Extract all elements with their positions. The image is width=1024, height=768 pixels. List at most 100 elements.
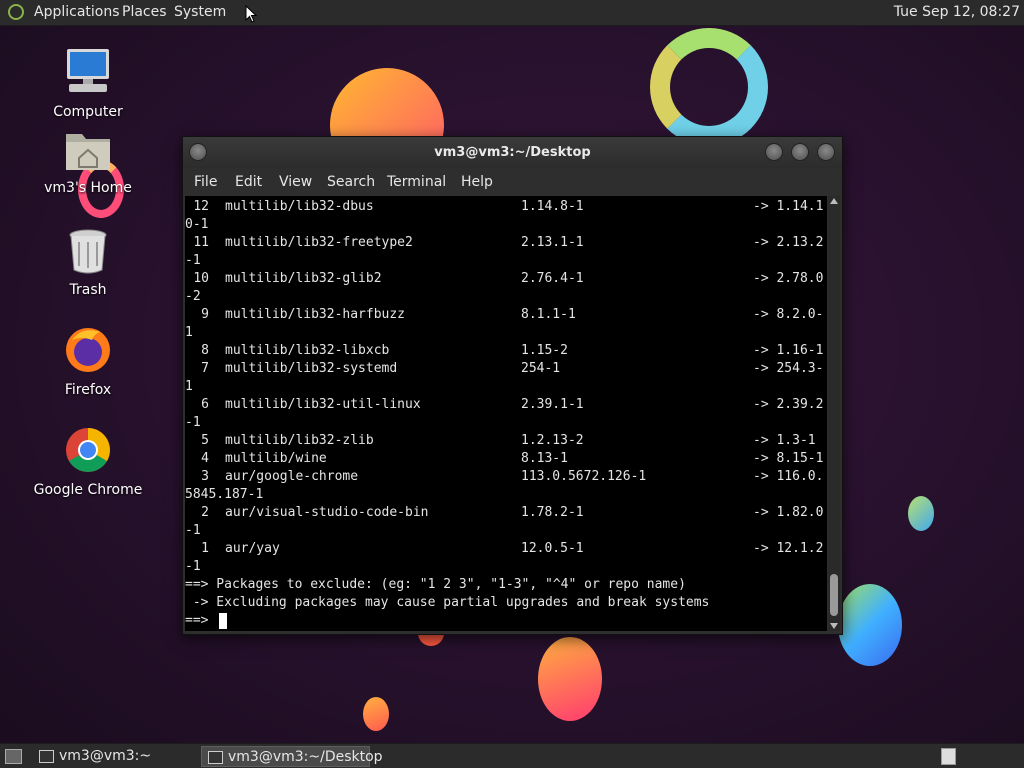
menu-help[interactable]: Help [461,174,493,190]
package-number: 9 [201,307,209,322]
menu-view[interactable]: View [279,174,312,190]
desktop-icon-computer[interactable]: Computer [33,46,143,120]
show-desktop-icon[interactable] [5,749,22,764]
window-titlebar[interactable]: vm3@vm3:~/Desktop [183,137,842,168]
desktop-icon-label: Trash [69,282,107,298]
terminal-line: 12 multilib/lib32-dbus 1.14.8-1 -> 1.14.1 [185,198,827,216]
terminal-line: 1 [185,378,827,396]
menu-file[interactable]: File [194,174,217,190]
wallpaper-blob-right [838,584,902,666]
package-name: aur/google-chrome [225,469,359,484]
scrollbar-thumb[interactable] [830,574,838,616]
package-name: multilib/lib32-util-linux [225,397,421,412]
package-name: multilib/lib32-dbus [225,199,374,214]
package-name: multilib/wine [225,451,327,466]
clock[interactable]: Tue Sep 12, 08:27 [894,4,1020,20]
terminal-icon [39,750,54,763]
terminal-line: 4 multilib/wine 8.13-1 -> 8.15-1 [185,450,827,468]
mouse-cursor-icon [245,5,257,23]
minimize-button[interactable] [765,143,783,161]
menu-terminal[interactable]: Terminal [387,174,446,190]
menu-edit[interactable]: Edit [235,174,262,190]
package-new-version: -> 1.3-1 [753,433,816,448]
package-name: multilib/lib32-zlib [225,433,374,448]
terminal-prompt: ==> [185,613,217,628]
window-title: vm3@vm3:~/Desktop [434,145,591,160]
terminal-line: 3 aur/google-chrome 113.0.5672.126-1 -> 116… [185,468,827,486]
terminal-text: 0-1 [185,217,209,232]
maximize-button[interactable] [791,143,809,161]
package-number: 2 [201,505,209,520]
close-button[interactable] [817,143,835,161]
package-old-version: 2.13.1-1 [521,235,584,250]
desktop-icon-label: Computer [53,104,123,120]
terminal-line: 7 multilib/lib32-systemd 254-1 -> 254.3- [185,360,827,378]
trash-icon [69,229,107,274]
desktop-icon-home[interactable]: vm3's Home [33,128,143,196]
taskbar-item[interactable]: vm3@vm3:~ [33,746,196,767]
desktop-icon-firefox[interactable]: Firefox [33,326,143,398]
package-new-version: -> 1.82.0 [753,505,824,520]
package-name: multilib/lib32-harfbuzz [225,307,406,322]
package-old-version: 113.0.5672.126-1 [521,469,647,484]
workspace-switcher[interactable] [941,748,956,765]
terminal-line: ==> Packages to exclude: (eg: "1 2 3", "… [185,576,827,594]
taskbar-item-active[interactable]: vm3@vm3:~/Desktop [201,746,383,767]
package-old-version: 254-1 [521,361,561,376]
terminal-text: -> Excluding packages may cause partial … [185,595,710,610]
wallpaper-blob-right-small [908,496,934,531]
package-old-version: 2.39.1-1 [521,397,584,412]
places-menu[interactable]: Places [122,4,167,20]
terminal-line: 1 aur/yay 12.0.5-1 -> 12.1.2 [185,540,827,558]
terminal-line: 5845.187-1 [185,486,827,504]
scroll-down-arrow-icon[interactable] [830,623,838,629]
desktop-icon-chrome[interactable]: Google Chrome [33,426,143,498]
terminal-line: ==> [185,612,827,630]
chrome-icon [66,428,110,472]
package-old-version: 8.13-1 [521,451,568,466]
terminal-line: -2 [185,288,827,306]
package-number: 1 [201,541,209,556]
terminal-text: 5845.187-1 [185,487,264,502]
package-number: 8 [201,343,209,358]
terminal-text: -1 [185,253,201,268]
package-old-version: 2.76.4-1 [521,271,584,286]
terminal-icon [208,751,223,764]
firefox-icon [66,328,110,372]
terminal-line: 1 [185,324,827,342]
applications-menu[interactable]: Applications [34,4,120,20]
package-new-version: -> 12.1.2 [753,541,824,556]
terminal-line: 5 multilib/lib32-zlib 1.2.13-2 -> 1.3-1 [185,432,827,450]
package-number: 5 [201,433,209,448]
scroll-up-arrow-icon[interactable] [830,198,838,204]
wallpaper-blob-bottom [538,637,602,721]
desktop-icon-trash[interactable]: Trash [33,228,143,298]
terminal-line: 6 multilib/lib32-util-linux 2.39.1-1 -> 2.3… [185,396,827,414]
terminal-line: -1 [185,414,827,432]
terminal-line: 8 multilib/lib32-libxcb 1.15-2 -> 1.16-1 [185,342,827,360]
package-old-version: 1.2.13-2 [521,433,584,448]
desktop-icon-label: Firefox [64,382,112,398]
terminal-scrollbar[interactable] [828,196,840,631]
package-old-version: 1.78.2-1 [521,505,584,520]
top-panel: Applications Places System Tue Sep 12, 0… [0,0,1024,26]
package-number: 12 [193,199,209,214]
terminal-line: -1 [185,252,827,270]
terminal-text: -1 [185,523,201,538]
distro-logo-icon[interactable] [8,4,24,20]
terminal-output[interactable]: 12 multilib/lib32-dbus 1.14.8-1 -> 1.14.1 0-… [185,196,827,631]
wallpaper-ring [650,28,768,146]
package-new-version: -> 116.0. [753,469,824,484]
terminal-line: -1 [185,558,827,576]
package-old-version: 1.15-2 [521,343,568,358]
desktop-icon-label: vm3's Home [44,180,132,196]
terminal-text: -2 [185,289,201,304]
system-menu[interactable]: System [174,4,226,20]
terminal-line: 10 multilib/lib32-glib2 2.76.4-1 -> 2.78.0 [185,270,827,288]
package-name: aur/yay [225,541,280,556]
terminal-text: -1 [185,559,201,574]
terminal-line: 9 multilib/lib32-harfbuzz 8.1.1-1 -> 8.2.0- [185,306,827,324]
package-number: 6 [201,397,209,412]
menu-search[interactable]: Search [327,174,375,190]
text-cursor [219,613,227,629]
